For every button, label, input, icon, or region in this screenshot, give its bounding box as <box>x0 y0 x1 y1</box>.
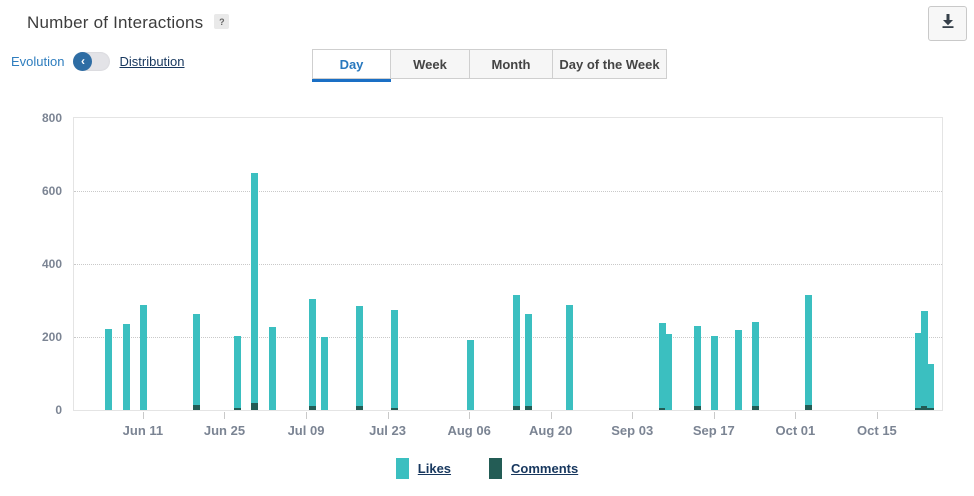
y-tick-label-0: 0 <box>0 403 62 417</box>
bar-comments-aug-14[interactable] <box>513 406 520 410</box>
bar-comments-aug-16[interactable] <box>525 406 532 410</box>
bar-comments-sep-24[interactable] <box>752 406 759 410</box>
x-tick-label-jul-23: Jul 23 <box>343 423 433 438</box>
download-icon <box>940 13 956 34</box>
toggle-switch[interactable]: ‹ <box>73 52 110 71</box>
y-tick-label-400: 400 <box>0 257 62 271</box>
bar-likes-aug-06[interactable] <box>467 340 474 410</box>
bar-comments-jun-30[interactable] <box>251 403 258 410</box>
legend-likes-label: Likes <box>418 461 451 476</box>
tab-week[interactable]: Week <box>391 49 470 79</box>
bar-likes-oct-24[interactable] <box>927 364 934 410</box>
bar-likes-sep-21[interactable] <box>735 330 742 410</box>
evolution-distribution-toggle: Evolution ‹ Distribution <box>11 50 185 72</box>
bar-likes-sep-17[interactable] <box>711 336 718 410</box>
gridline-200 <box>74 337 942 338</box>
x-tickmark <box>795 412 796 419</box>
x-tickmark <box>469 412 470 419</box>
x-tickmark <box>551 412 552 419</box>
x-tickmark <box>714 412 715 419</box>
y-tick-label-200: 200 <box>0 330 62 344</box>
chart-plot-area <box>73 117 943 411</box>
bar-likes-aug-23[interactable] <box>566 305 573 410</box>
legend-item-likes[interactable]: Likes <box>396 458 451 479</box>
bar-likes-jun-11[interactable] <box>140 305 147 410</box>
bar-comments-jun-20[interactable] <box>193 405 200 410</box>
x-tick-label-sep-03: Sep 03 <box>587 423 677 438</box>
x-tickmark <box>877 412 878 419</box>
comments-swatch-icon <box>489 458 502 479</box>
bar-likes-jul-12[interactable] <box>321 337 328 410</box>
bar-likes-jun-05[interactable] <box>105 329 112 410</box>
x-tick-label-aug-20: Aug 20 <box>506 423 596 438</box>
x-tick-label-jul-09: Jul 09 <box>261 423 351 438</box>
panel-header: Number of Interactions ? <box>27 13 229 33</box>
x-tickmark <box>224 412 225 419</box>
bar-comments-sep-14[interactable] <box>694 406 701 410</box>
interactions-panel: Number of Interactions ? Evolution ‹ Dis… <box>0 0 974 496</box>
tab-day-of-week[interactable]: Day of the Week <box>553 49 667 79</box>
bar-comments-jul-18[interactable] <box>356 406 363 410</box>
tab-day-label: Day <box>340 57 364 72</box>
chevron-left-icon: ‹ <box>73 52 92 71</box>
x-tickmark <box>388 412 389 419</box>
y-tick-label-800: 800 <box>0 111 62 125</box>
bar-likes-jun-20[interactable] <box>193 314 200 410</box>
gridline-400 <box>74 264 942 265</box>
x-tickmark <box>632 412 633 419</box>
bar-likes-aug-14[interactable] <box>513 295 520 410</box>
legend-item-comments[interactable]: Comments <box>489 458 578 479</box>
bar-likes-sep-09[interactable] <box>665 334 672 410</box>
bar-likes-sep-24[interactable] <box>752 322 759 410</box>
y-axis-labels: 0200400600800 <box>0 117 62 411</box>
bar-likes-jul-03[interactable] <box>269 327 276 410</box>
tab-day[interactable]: Day <box>312 49 391 79</box>
page-title: Number of Interactions <box>27 13 203 33</box>
bar-comments-jul-24[interactable] <box>391 408 398 410</box>
bar-comments-oct-24[interactable] <box>927 408 934 410</box>
y-tick-label-600: 600 <box>0 184 62 198</box>
x-tick-label-oct-01: Oct 01 <box>750 423 840 438</box>
tab-month-label: Month <box>492 57 531 72</box>
tab-month[interactable]: Month <box>470 49 553 79</box>
bar-likes-jun-08[interactable] <box>123 324 130 410</box>
bar-likes-jul-18[interactable] <box>356 306 363 410</box>
bar-likes-aug-16[interactable] <box>525 314 532 410</box>
bar-comments-jun-27[interactable] <box>234 408 241 410</box>
bar-likes-jul-24[interactable] <box>391 310 398 410</box>
bar-comments-jul-10[interactable] <box>309 406 316 410</box>
chart-legend: Likes Comments <box>0 458 974 479</box>
bar-likes-jun-27[interactable] <box>234 336 241 410</box>
bar-comments-oct-03[interactable] <box>805 405 812 410</box>
question-mark-icon[interactable]: ? <box>214 14 229 29</box>
bar-likes-jul-10[interactable] <box>309 299 316 410</box>
download-button[interactable] <box>928 6 967 41</box>
x-tick-label-jun-25: Jun 25 <box>179 423 269 438</box>
active-tab-underline <box>312 79 391 82</box>
x-tick-label-jun-11: Jun 11 <box>98 423 188 438</box>
toggle-option-distribution[interactable]: Distribution <box>119 54 184 69</box>
x-tickmark <box>306 412 307 419</box>
legend-comments-label: Comments <box>511 461 578 476</box>
x-tick-label-oct-15: Oct 15 <box>832 423 922 438</box>
x-tick-label-sep-17: Sep 17 <box>669 423 759 438</box>
tab-week-label: Week <box>413 57 447 72</box>
tab-day-of-week-label: Day of the Week <box>559 57 659 72</box>
x-tickmark <box>143 412 144 419</box>
x-axis: Jun 11Jun 25Jul 09Jul 23Aug 06Aug 20Sep … <box>73 411 943 451</box>
granularity-tabs: Day Week Month Day of the Week <box>312 49 667 79</box>
bar-likes-jun-30[interactable] <box>251 173 258 410</box>
gridline-600 <box>74 191 942 192</box>
bar-likes-oct-03[interactable] <box>805 295 812 410</box>
x-tick-label-aug-06: Aug 06 <box>424 423 514 438</box>
bar-likes-sep-14[interactable] <box>694 326 701 410</box>
toggle-option-evolution[interactable]: Evolution <box>11 54 64 69</box>
likes-swatch-icon <box>396 458 409 479</box>
